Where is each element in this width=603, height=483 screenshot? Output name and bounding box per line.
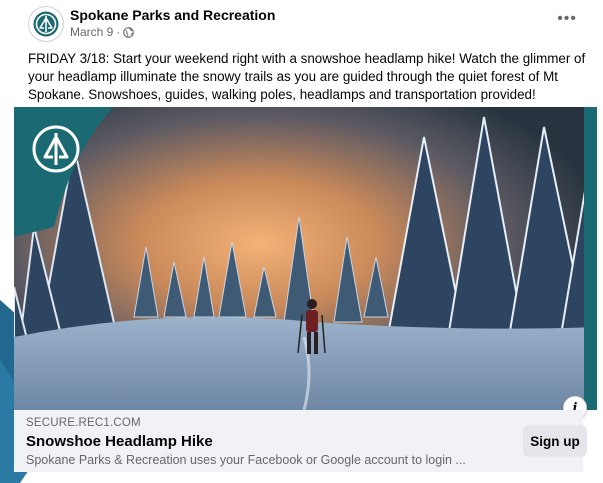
meta-separator: · (116, 25, 121, 39)
sign-up-button[interactable]: Sign up (523, 425, 587, 457)
post-text: FRIDAY 3/18: Start your weekend right wi… (28, 51, 586, 102)
page-avatar[interactable] (28, 6, 64, 42)
snowshoe-hike-photo (14, 107, 597, 410)
link-domain: SECURE.REC1.COM (26, 417, 141, 429)
globe-icon (123, 26, 135, 38)
link-description: Spokane Parks & Recreation uses your Fac… (26, 453, 466, 467)
spokane-parks-logo-icon (33, 11, 59, 37)
post-meta: March 9 · (70, 25, 135, 39)
post-image[interactable] (14, 107, 597, 410)
more-options-icon[interactable]: ••• (557, 10, 577, 28)
link-title[interactable]: Snowshoe Headlamp Hike (26, 433, 213, 450)
post-header: Spokane Parks and Recreation March 9 · •… (14, 0, 597, 48)
facebook-post: Spokane Parks and Recreation March 9 · •… (14, 0, 597, 472)
post-date[interactable]: March 9 (70, 25, 113, 39)
page-name[interactable]: Spokane Parks and Recreation (70, 7, 275, 23)
link-preview-card[interactable]: SECURE.REC1.COM Snowshoe Headlamp Hike S… (14, 410, 587, 472)
